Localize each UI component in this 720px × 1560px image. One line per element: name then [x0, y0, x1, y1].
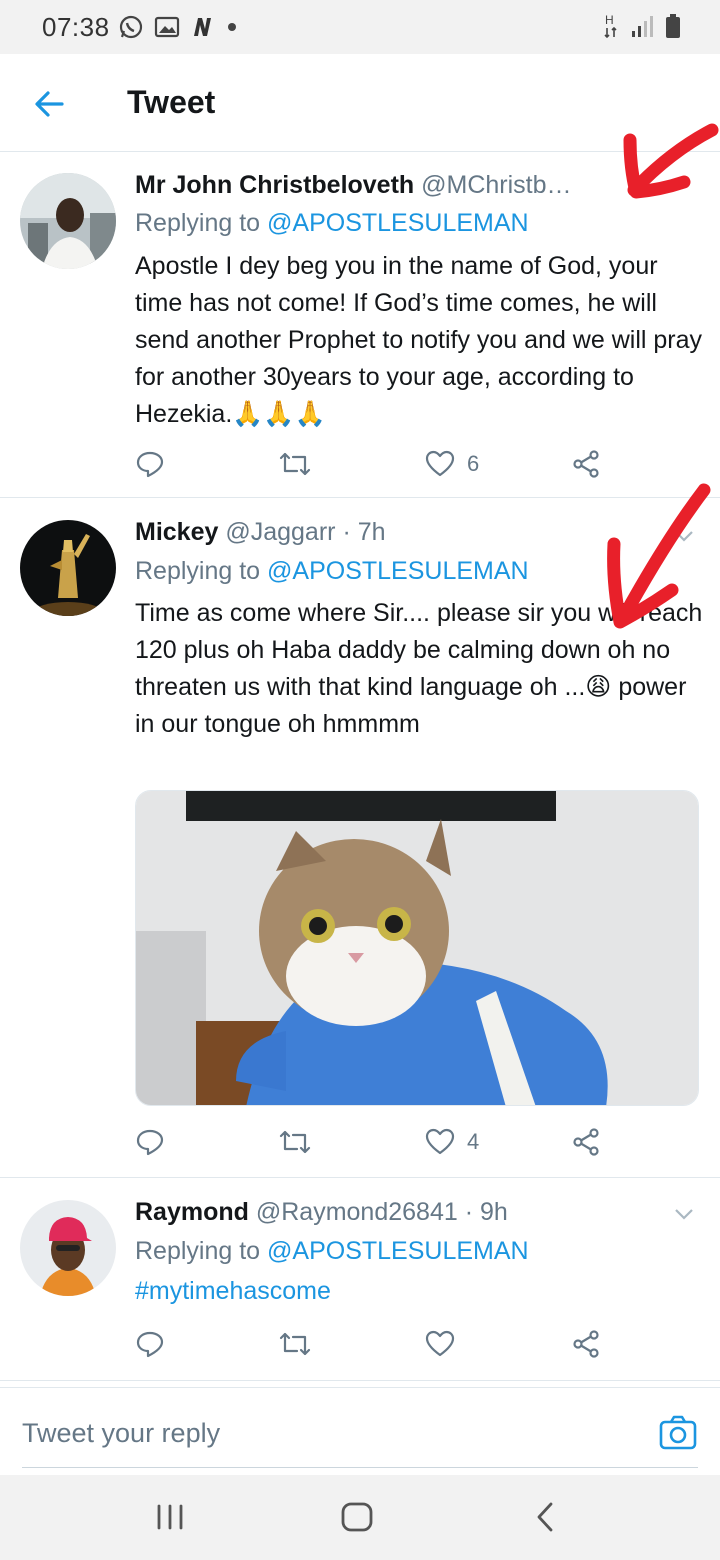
- reply-bar: Tweet your reply: [0, 1387, 720, 1475]
- tweet-time: · 7h: [342, 518, 386, 546]
- reply-button[interactable]: [135, 447, 165, 481]
- home-button[interactable]: [337, 1497, 377, 1537]
- status-icons-left: [118, 14, 238, 40]
- tweet-actions: 6: [135, 447, 605, 481]
- h-signal-icon: H: [602, 12, 620, 40]
- n-app-icon: [190, 15, 216, 39]
- dot-icon: [226, 21, 238, 33]
- tweet-reply-input[interactable]: Tweet your reply: [22, 1418, 220, 1449]
- page-title: Tweet: [127, 84, 216, 120]
- chevron-down-icon[interactable]: [672, 1202, 696, 1226]
- cat-photo[interactable]: [135, 790, 699, 1106]
- replying-prefix: Replying to: [135, 557, 268, 585]
- status-time: 07:38: [42, 12, 110, 42]
- gallery-icon: [154, 15, 180, 39]
- heart-icon: [425, 1330, 455, 1357]
- recents-icon: [157, 1504, 183, 1530]
- hashtag-link[interactable]: #mytimehascome: [135, 1273, 705, 1310]
- retweet-icon: [279, 1332, 311, 1356]
- tweet-3[interactable]: Raymond @Raymond26841 · 9h Replying to @…: [0, 1178, 720, 1381]
- retweet-icon: [279, 1130, 311, 1154]
- share-icon: [573, 450, 599, 478]
- share-button[interactable]: [571, 1125, 601, 1159]
- divider: [22, 1467, 698, 1468]
- tweet-actions: 4: [135, 1125, 605, 1159]
- red-arrow-annotation: [607, 483, 711, 629]
- retweet-button[interactable]: [278, 1125, 312, 1159]
- heart-icon: [425, 450, 455, 477]
- mention-link[interactable]: @APOSTLESULEMAN: [267, 209, 529, 237]
- share-icon: [573, 1330, 599, 1358]
- avatar[interactable]: [20, 520, 116, 616]
- signal-bars-icon: [630, 13, 654, 39]
- share-button[interactable]: [571, 1327, 601, 1361]
- heart-icon: [425, 1128, 455, 1155]
- svg-text:H: H: [605, 13, 614, 27]
- camera-icon[interactable]: [658, 1412, 698, 1452]
- mention-link[interactable]: @APOSTLESULEMAN: [267, 557, 529, 585]
- replying-to: Replying to @APOSTLESULEMAN: [135, 557, 529, 586]
- battery-icon: [664, 12, 682, 40]
- author-name[interactable]: Mr John Christbeloveth: [135, 171, 414, 199]
- reply-button[interactable]: [135, 1125, 165, 1159]
- reply-icon: [136, 1129, 164, 1156]
- mention-link[interactable]: @APOSTLESULEMAN: [267, 1237, 529, 1265]
- back-arrow-icon[interactable]: [30, 84, 70, 124]
- tweet-text: Apostle I dey beg you in the name of God…: [135, 252, 703, 428]
- back-button[interactable]: [525, 1497, 565, 1537]
- red-arrow-annotation: [623, 123, 719, 199]
- like-button[interactable]: 6: [425, 447, 479, 481]
- reply-button[interactable]: [135, 1327, 165, 1361]
- replying-prefix: Replying to: [135, 1237, 268, 1265]
- recents-button[interactable]: [150, 1497, 190, 1537]
- home-icon: [341, 1502, 373, 1532]
- tweet-header: Raymond @Raymond26841 · 9h: [135, 1198, 700, 1227]
- retweet-icon: [279, 452, 311, 476]
- whatsapp-icon: [118, 14, 144, 40]
- system-nav-bar: [0, 1475, 720, 1560]
- status-bar: 07:38 H: [0, 0, 720, 54]
- replying-prefix: Replying to: [135, 209, 268, 237]
- author-handle[interactable]: @MChristb…: [421, 171, 571, 199]
- author-handle[interactable]: @Jaggarr: [225, 518, 335, 546]
- retweet-button[interactable]: [278, 447, 312, 481]
- tweet-time: · 9h: [464, 1198, 508, 1226]
- like-count: 4: [467, 1129, 480, 1154]
- author-handle[interactable]: @Raymond26841: [256, 1198, 458, 1226]
- reply-icon: [136, 451, 164, 478]
- reply-icon: [136, 1331, 164, 1358]
- share-button[interactable]: [571, 447, 601, 481]
- like-count: 6: [467, 451, 480, 476]
- avatar[interactable]: [20, 1200, 116, 1296]
- back-icon: [537, 1502, 553, 1532]
- avatar[interactable]: [20, 173, 116, 269]
- like-button[interactable]: [425, 1327, 467, 1361]
- share-icon: [573, 1128, 599, 1156]
- replying-to: Replying to @APOSTLESULEMAN: [135, 1237, 529, 1266]
- author-name[interactable]: Mickey: [135, 518, 218, 546]
- tweet-actions: [135, 1327, 605, 1361]
- status-icons-right: H: [602, 12, 682, 40]
- like-button[interactable]: 4: [425, 1125, 479, 1159]
- replying-to: Replying to @APOSTLESULEMAN: [135, 209, 529, 238]
- retweet-button[interactable]: [278, 1327, 312, 1361]
- author-name[interactable]: Raymond: [135, 1198, 249, 1226]
